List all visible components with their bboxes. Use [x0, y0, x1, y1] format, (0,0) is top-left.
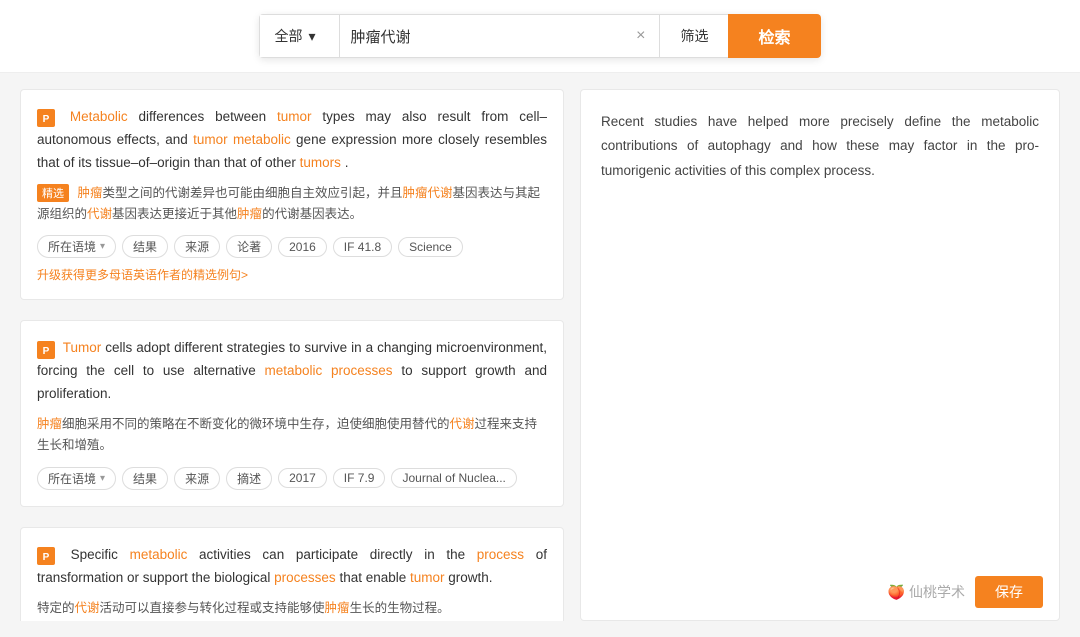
filter-button[interactable]: 筛选: [659, 14, 728, 58]
search-type-dropdown[interactable]: 全部 ▾: [259, 14, 339, 58]
zh-badge: 精选: [37, 184, 69, 202]
clear-button[interactable]: ×: [632, 27, 649, 45]
svg-text:P: P: [43, 346, 50, 357]
result-en-text: P Metabolic differences between tumor ty…: [37, 106, 547, 175]
result-zh-text-3: 特定的代谢活动可以直接参与转化过程或支持能够使肿瘤生长的生物过程。: [37, 601, 450, 615]
detail-text: Recent studies have helped more precisel…: [601, 110, 1039, 183]
save-button[interactable]: 保存: [975, 576, 1043, 608]
result-item: P Specific metabolic activities can part…: [20, 527, 564, 621]
tags-row-2: 所在语境 ▾ 结果 来源 摘述 2017 IF 7.9 Journal of N…: [37, 467, 547, 490]
app-logo: 🍑 仙桃学术: [888, 582, 965, 602]
tag-result[interactable]: 结果: [122, 235, 168, 258]
tag-type[interactable]: 论著: [226, 235, 272, 258]
result-en-text-3: P Specific metabolic activities can part…: [37, 544, 547, 590]
result-zh-wrap-2: 肿瘤细胞采用不同的策略在不断变化的微环境中生存，迫使细胞使用替代的代谢过程来支持…: [37, 414, 547, 457]
search-input-wrap: ×: [339, 14, 659, 58]
search-input[interactable]: [350, 28, 632, 45]
tag-if-2: IF 7.9: [333, 468, 386, 488]
upgrade-link[interactable]: 升级获得更多母语英语作者的精选例句>: [37, 266, 547, 283]
main-content: P Metabolic differences between tumor ty…: [0, 73, 1080, 637]
tag-type-2[interactable]: 摘述: [226, 467, 272, 490]
result-en-text-2: P Tumor cells adopt different strategies…: [37, 337, 547, 406]
tag-source[interactable]: 来源: [174, 235, 220, 258]
detail-bottom: 🍑 仙桃学术 保存: [888, 576, 1043, 608]
tag-source-2[interactable]: 来源: [174, 467, 220, 490]
tags-row-1: 所在语境 ▾ 结果 来源 论著 2016 IF 41.8 Science: [37, 235, 547, 258]
tag-if: IF 41.8: [333, 237, 392, 257]
search-type-label: 全部: [274, 26, 302, 46]
result-item: P Metabolic differences between tumor ty…: [20, 89, 564, 300]
result-zh-text: 肿瘤类型之间的代谢差异也可能由细胞自主效应引起，并且肿瘤代谢基因表达与其起源组织…: [37, 186, 540, 221]
result-zh-wrap: 精选 肿瘤类型之间的代谢差异也可能由细胞自主效应引起，并且肿瘤代谢基因表达与其起…: [37, 183, 547, 226]
tag-journal: Science: [398, 237, 463, 257]
top-bar: 全部 ▾ × 筛选 检索: [0, 0, 1080, 73]
tag-year: 2016: [278, 237, 327, 257]
tag-journal-2: Journal of Nuclea...: [391, 468, 516, 488]
search-container: 全部 ▾ × 筛选 检索: [259, 14, 820, 58]
en-metabolic-1: Metabolic: [70, 109, 128, 124]
tag-context-2[interactable]: 所在语境 ▾: [37, 467, 116, 490]
tag-year-2: 2017: [278, 468, 327, 488]
result-source-icon-2: P: [37, 341, 55, 359]
tag-context[interactable]: 所在语境 ▾: [37, 235, 116, 258]
result-zh-text-2: 肿瘤细胞采用不同的策略在不断变化的微环境中生存，迫使细胞使用替代的代谢过程来支持…: [37, 417, 537, 452]
detail-panel: Recent studies have helped more precisel…: [580, 89, 1060, 621]
result-item: P Tumor cells adopt different strategies…: [20, 320, 564, 506]
svg-text:P: P: [43, 114, 50, 125]
tag-result-2[interactable]: 结果: [122, 467, 168, 490]
results-panel: P Metabolic differences between tumor ty…: [20, 89, 580, 621]
search-button[interactable]: 检索: [728, 14, 820, 58]
result-source-icon: P: [37, 109, 55, 127]
result-source-icon-3: P: [37, 547, 55, 565]
result-zh-wrap-3: 特定的代谢活动可以直接参与转化过程或支持能够使肿瘤生长的生物过程。: [37, 598, 547, 619]
search-type-arrow: ▾: [308, 28, 315, 45]
svg-text:P: P: [43, 552, 50, 563]
